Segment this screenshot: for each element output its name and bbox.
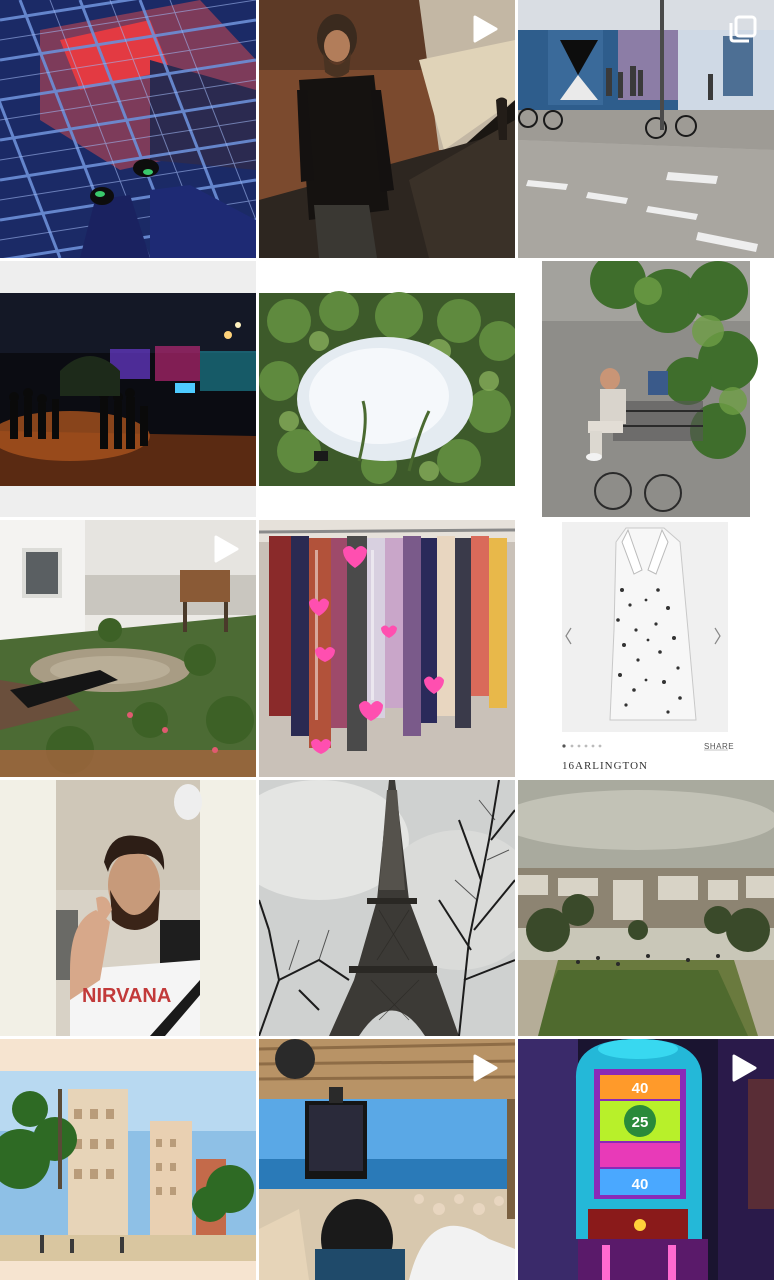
video-badge — [728, 1053, 758, 1083]
post-image-eiffel-tower — [259, 780, 515, 1036]
machine-number-top: 40 — [632, 1080, 649, 1097]
machine-number-middle: 25 — [632, 1114, 649, 1131]
post-tile-5[interactable] — [259, 261, 515, 517]
post-image-night-party — [0, 261, 256, 517]
post-image-palm-plaza — [0, 1039, 256, 1280]
post-tile-13[interactable] — [0, 1039, 256, 1280]
shirt-text: NIRVANA — [82, 985, 171, 1007]
post-image-city-view — [518, 780, 774, 1036]
post-tile-2[interactable] — [259, 0, 515, 258]
post-image-clothing-rack — [259, 520, 515, 777]
play-icon — [473, 1054, 498, 1082]
post-image-metal-grid — [0, 0, 256, 258]
post-tile-12[interactable] — [518, 780, 774, 1036]
video-badge — [210, 534, 240, 564]
video-badge — [469, 14, 499, 44]
video-badge — [469, 1053, 499, 1083]
carousel-icon — [729, 15, 757, 43]
post-tile-4[interactable] — [0, 261, 256, 517]
post-tile-11[interactable] — [259, 780, 515, 1036]
post-tile-6[interactable] — [518, 261, 774, 517]
post-tile-3[interactable] — [518, 0, 774, 258]
post-tile-1[interactable] — [0, 0, 256, 258]
play-icon — [473, 15, 498, 43]
brand-label: 16ARLINGTON — [562, 760, 648, 772]
machine-number-bottom: 40 — [632, 1176, 649, 1193]
post-image-thumbs-up-selfie: NIRVANA — [0, 780, 256, 1036]
post-tile-10[interactable]: NIRVANA — [0, 780, 256, 1036]
play-icon — [214, 535, 239, 563]
post-image-coat-product — [518, 520, 774, 777]
post-image-snow-bush — [259, 261, 515, 517]
post-tile-14[interactable] — [259, 1039, 515, 1280]
post-tile-8[interactable] — [259, 520, 515, 777]
carousel-badge — [728, 14, 758, 44]
profile-posts-grid: SHARE 16ARLINGTON NIRVANA 40 25 40 — [0, 0, 774, 1280]
post-tile-9[interactable]: SHARE 16ARLINGTON — [518, 520, 774, 777]
post-image-man-bench — [518, 261, 774, 517]
play-icon — [732, 1054, 757, 1082]
post-tile-15[interactable]: 40 25 40 — [518, 1039, 774, 1280]
post-tile-7[interactable] — [0, 520, 256, 777]
share-label: SHARE — [704, 742, 735, 751]
